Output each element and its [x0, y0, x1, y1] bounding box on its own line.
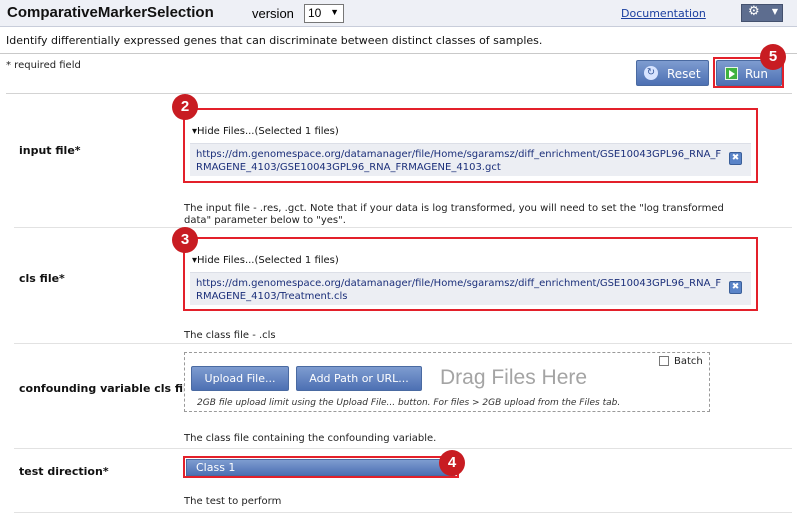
- confounding-help: The class file containing the confoundin…: [184, 433, 437, 444]
- divider: [14, 512, 792, 513]
- gear-icon: ⚙: [748, 4, 760, 19]
- documentation-link[interactable]: Documentation: [621, 7, 706, 20]
- remove-file-icon[interactable]: ✖: [729, 281, 742, 294]
- confounding-cls-file-label: confounding variable cls file: [19, 382, 195, 395]
- divider: [14, 227, 792, 228]
- divider: [6, 93, 792, 94]
- cls-file-hide-files-toggle[interactable]: ▾Hide Files...(Selected 1 files): [192, 255, 339, 266]
- module-title: ComparativeMarkerSelection: [7, 4, 214, 21]
- test-direction-help: The test to perform: [184, 496, 282, 507]
- upload-file-button[interactable]: Upload File...: [191, 366, 289, 391]
- cls-file-label: cls file*: [19, 272, 65, 285]
- callout-badge-5: 5: [760, 44, 786, 70]
- batch-label: Batch: [674, 356, 703, 367]
- remove-file-icon[interactable]: ✖: [729, 152, 742, 165]
- reset-button[interactable]: ↻ Reset: [636, 60, 709, 86]
- callout-badge-3: 3: [172, 227, 198, 253]
- reset-label: Reset: [667, 67, 701, 81]
- divider: [14, 448, 792, 449]
- callout-badge-2: 2: [172, 94, 198, 120]
- cls-file-url[interactable]: https://dm.genomespace.org/datamanager/f…: [196, 277, 726, 303]
- input-file-hide-files-toggle[interactable]: ▾Hide Files...(Selected 1 files): [192, 126, 339, 137]
- module-description: Identify differentially expressed genes …: [6, 34, 543, 47]
- chevron-down-icon: ▼: [330, 7, 339, 17]
- batch-checkbox[interactable]: [659, 356, 669, 366]
- version-label: version: [252, 6, 294, 21]
- version-value: 10: [308, 6, 322, 20]
- add-path-or-url-button[interactable]: Add Path or URL...: [296, 366, 422, 391]
- refresh-icon: ↻: [644, 66, 658, 80]
- cls-file-selected-file: https://dm.genomespace.org/datamanager/f…: [190, 272, 751, 305]
- drag-files-here-text: Drag Files Here: [440, 366, 588, 389]
- divider: [0, 53, 797, 54]
- version-select[interactable]: 10 ▼: [304, 4, 344, 23]
- divider: [14, 343, 792, 344]
- callout-badge-4: 4: [439, 450, 465, 476]
- chevron-down-icon: ▼: [771, 7, 778, 16]
- cls-file-help: The class file - .cls: [184, 330, 276, 341]
- test-direction-select[interactable]: Class 1: [186, 459, 455, 476]
- test-direction-label: test direction*: [19, 465, 109, 478]
- input-file-help: The input file - .res, .gct. Note that i…: [184, 203, 724, 226]
- input-file-selected-file: https://dm.genomespace.org/datamanager/f…: [190, 143, 751, 176]
- input-file-label: input file*: [19, 144, 81, 157]
- required-field-note: * required field: [6, 60, 81, 71]
- input-file-url[interactable]: https://dm.genomespace.org/datamanager/f…: [196, 148, 726, 174]
- settings-menu-button[interactable]: ⚙ ▼: [741, 4, 783, 22]
- upload-limit-note: 2GB file upload limit using the Upload F…: [197, 398, 621, 408]
